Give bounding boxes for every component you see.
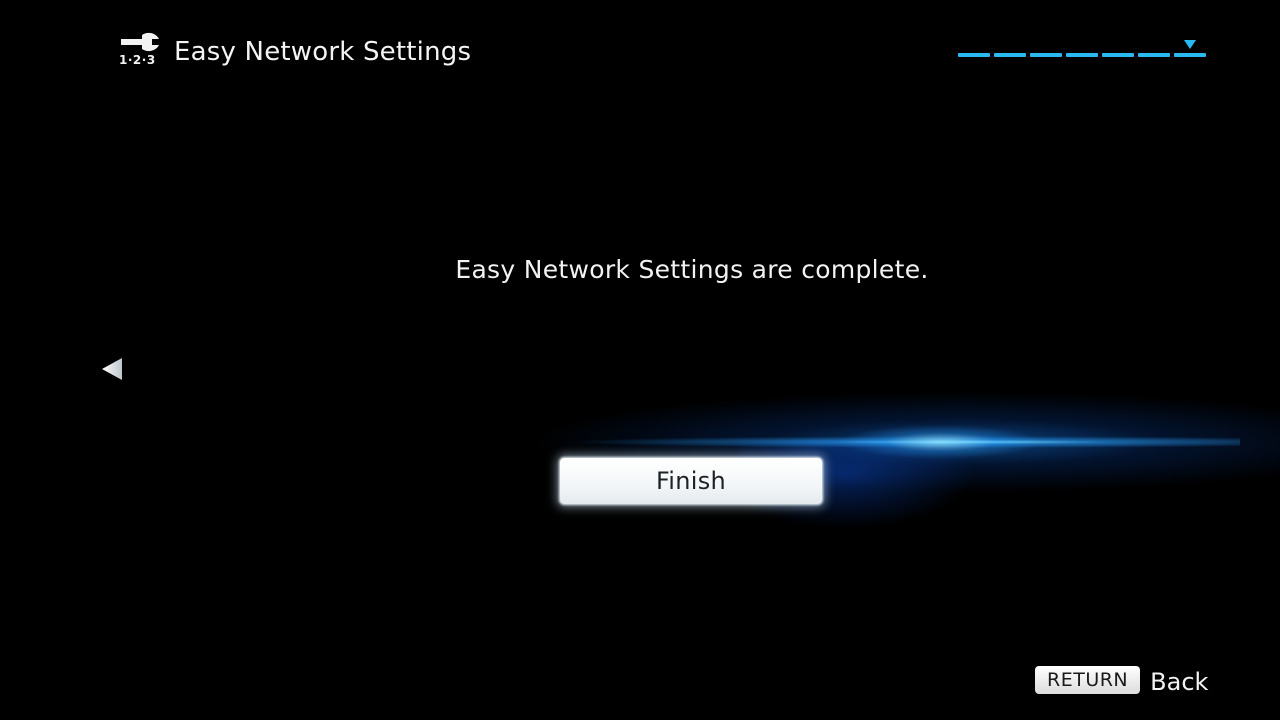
page-title: Easy Network Settings [174, 37, 472, 67]
setup-tools-icon: 1·2·3 [118, 31, 164, 71]
footer-hint: RETURN Back [1035, 664, 1208, 696]
progress-step [994, 53, 1026, 57]
easy-network-settings-screen: 1·2·3 Easy Network Settings Easy Network… [0, 0, 1280, 720]
progress-step [958, 53, 990, 57]
setup-icon-caption: 1·2·3 [119, 53, 156, 67]
return-key-button[interactable]: RETURN [1035, 666, 1141, 694]
progress-step [1138, 53, 1170, 57]
progress-step [1030, 53, 1062, 57]
step-progress-indicator [958, 38, 1206, 62]
finish-button[interactable]: Finish [560, 458, 822, 504]
progress-step [1102, 53, 1134, 57]
finish-button-label: Finish [655, 467, 727, 495]
header: 1·2·3 Easy Network Settings [118, 26, 471, 76]
return-key-label: RETURN [1047, 669, 1129, 691]
completion-message: Easy Network Settings are complete. [455, 255, 929, 284]
progress-step-current [1174, 53, 1206, 57]
blue-glow-core-decoration [840, 425, 1040, 459]
current-step-marker-icon [1184, 40, 1196, 49]
progress-step [1066, 53, 1098, 57]
left-arrow-icon[interactable] [101, 357, 123, 381]
back-label: Back [1150, 667, 1209, 696]
